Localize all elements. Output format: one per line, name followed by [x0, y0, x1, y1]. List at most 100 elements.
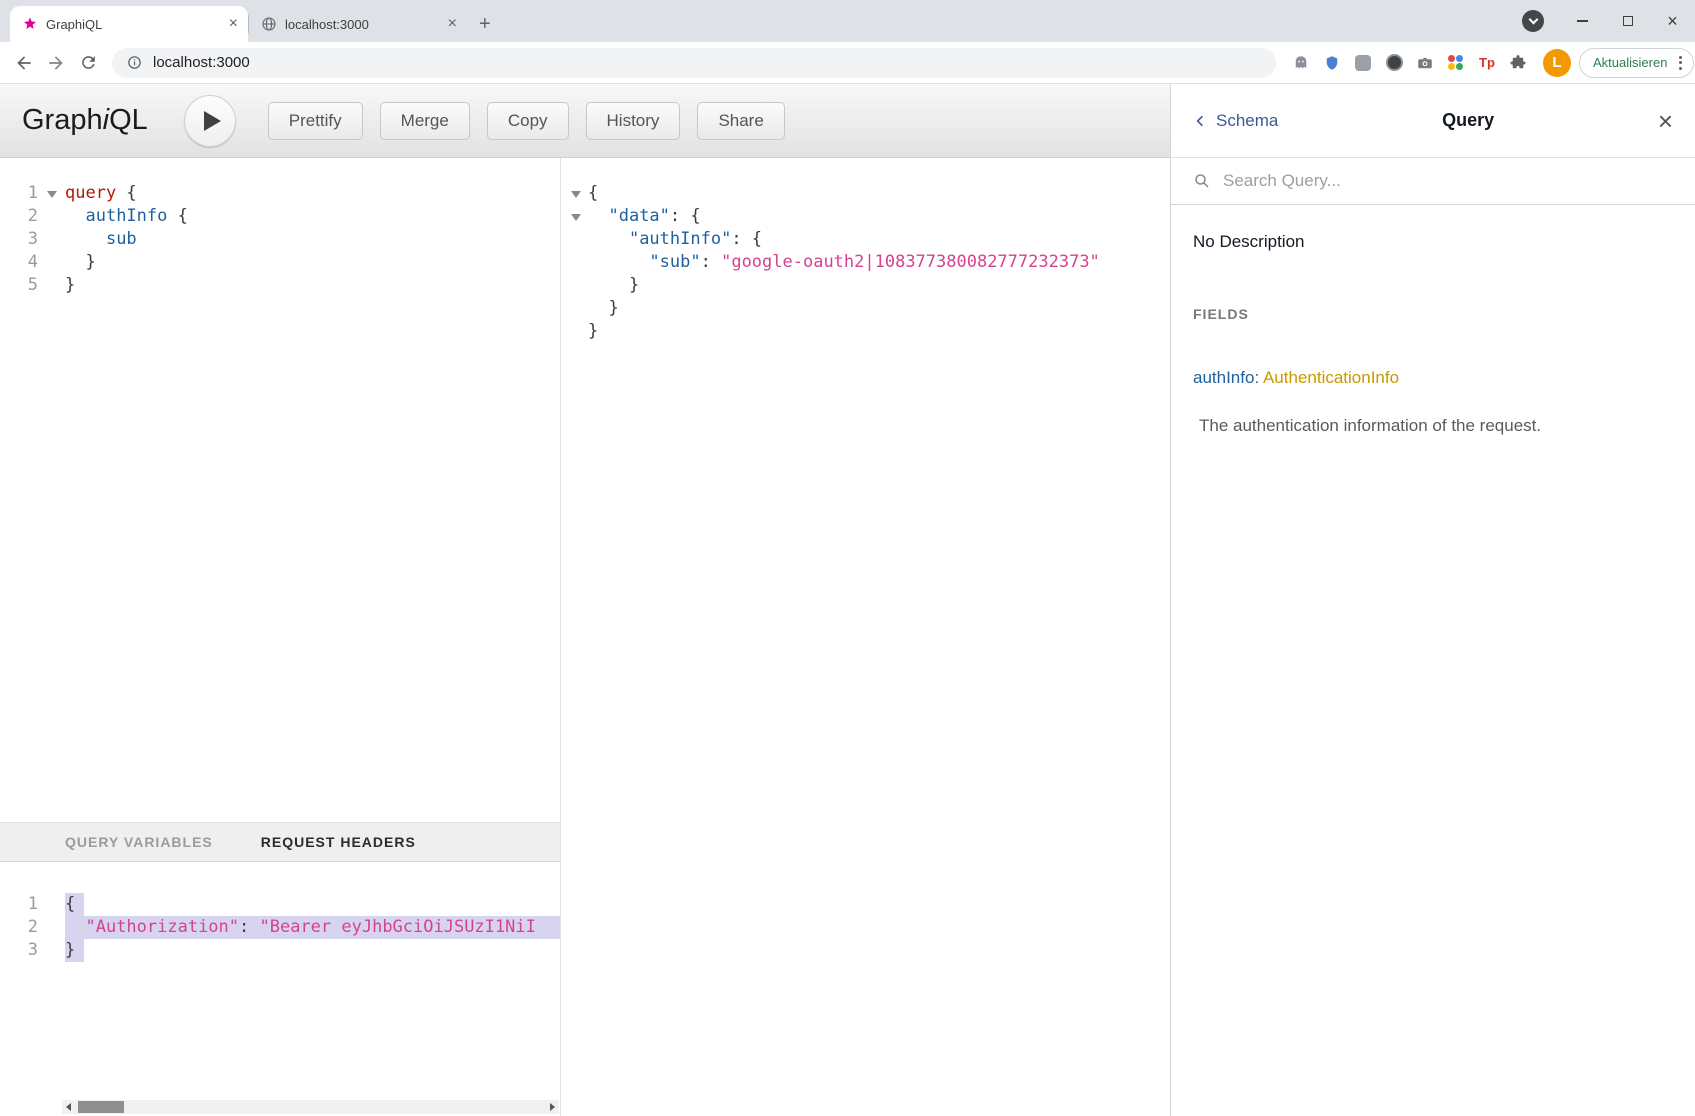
code-line: 3}: [0, 939, 560, 962]
code-text: }: [65, 251, 96, 274]
tab-search-icon[interactable]: [1522, 10, 1544, 32]
scrollbar-thumb[interactable]: [78, 1101, 124, 1113]
query-pane: 1query {2 authInfo {3 sub4 }5} QUERY VAR…: [0, 158, 561, 1116]
reload-button[interactable]: [72, 47, 104, 79]
toolbar-button-share[interactable]: Share: [697, 102, 784, 140]
line-number: 2: [0, 205, 38, 228]
graphiql-topbar: GraphiQL Prettify Merge Copy History Share: [0, 84, 1170, 158]
extensions-puzzle-icon[interactable]: [1507, 52, 1529, 74]
code-line: }: [562, 320, 1170, 343]
horizontal-scrollbar[interactable]: [62, 1100, 559, 1114]
play-icon: [204, 111, 221, 131]
doc-field-type-link[interactable]: AuthenticationInfo: [1263, 368, 1399, 387]
fold-gutter: [38, 251, 65, 274]
code-line: }: [562, 274, 1170, 297]
tp-extension-icon[interactable]: Tp: [1476, 52, 1498, 74]
toolbar-button-history[interactable]: History: [586, 102, 681, 140]
fold-gutter: [38, 916, 65, 939]
url-text: localhost:3000: [153, 54, 250, 71]
minimize-button[interactable]: [1560, 0, 1605, 42]
browser-menu-icon[interactable]: [1676, 56, 1685, 70]
code-text: query {: [65, 182, 137, 205]
scroll-left-icon[interactable]: [62, 1100, 76, 1114]
code-text: "data": {: [588, 205, 701, 228]
secondary-editor-tabs: QUERY VARIABLES REQUEST HEADERS: [0, 822, 560, 862]
chrome-update-label: Aktualisieren: [1593, 55, 1667, 70]
scroll-right-icon[interactable]: [545, 1100, 559, 1114]
code-line: "data": {: [562, 205, 1170, 228]
code-text: }: [65, 939, 84, 962]
url-field[interactable]: localhost:3000: [112, 48, 1276, 78]
camera-extension-icon[interactable]: [1414, 52, 1436, 74]
doc-no-description: No Description: [1193, 232, 1305, 252]
execute-query-button[interactable]: [184, 95, 236, 147]
ghost-extension-icon[interactable]: [1290, 52, 1312, 74]
code-text: {: [588, 182, 598, 205]
extensions-toolbar: Tp: [1290, 52, 1529, 74]
fold-arrow-icon[interactable]: [562, 205, 588, 228]
fold-gutter: [38, 205, 65, 228]
fold-gutter: [562, 320, 588, 343]
chrome-update-button[interactable]: Aktualisieren: [1579, 48, 1694, 78]
profile-avatar[interactable]: L: [1543, 49, 1571, 77]
code-text: "authInfo": {: [588, 228, 762, 251]
window-close-button[interactable]: ×: [1650, 0, 1695, 42]
doc-field-separator: :: [1254, 368, 1263, 387]
code-text: }: [588, 320, 598, 343]
square-extension-icon[interactable]: [1352, 52, 1374, 74]
site-info-icon[interactable]: [126, 54, 143, 71]
colorful-extension-icon[interactable]: [1445, 52, 1467, 74]
chevron-left-icon: [1193, 113, 1209, 129]
doc-close-icon[interactable]: ×: [1658, 108, 1673, 134]
code-line: 4 }: [0, 251, 560, 274]
code-text: authInfo {: [65, 205, 188, 228]
tab-request-headers[interactable]: REQUEST HEADERS: [261, 834, 416, 850]
forward-button[interactable]: [40, 47, 72, 79]
maximize-button[interactable]: [1605, 0, 1650, 42]
tab-localhost[interactable]: localhost:3000 ×: [249, 6, 467, 42]
line-number: 1: [0, 893, 38, 916]
toolbar-button-merge[interactable]: Merge: [380, 102, 470, 140]
code-text: }: [588, 274, 639, 297]
doc-back-link[interactable]: Schema: [1193, 111, 1278, 131]
fold-gutter: [38, 893, 65, 916]
line-number: 1: [0, 182, 38, 205]
fold-arrow-icon[interactable]: [562, 182, 588, 205]
line-number: 3: [0, 228, 38, 251]
dark-circle-extension-icon[interactable]: [1383, 52, 1405, 74]
line-number: 3: [0, 939, 38, 962]
new-tab-button[interactable]: +: [467, 6, 503, 42]
line-number: 5: [0, 274, 38, 297]
back-button[interactable]: [8, 47, 40, 79]
tab-title: GraphiQL: [46, 17, 223, 32]
doc-fields-heading: FIELDS: [1193, 306, 1249, 322]
code-text: {: [65, 893, 84, 916]
request-headers-editor[interactable]: 1{2 "Authorization": "Bearer eyJhbGciOiJ…: [0, 862, 560, 1116]
tab-close-icon[interactable]: ×: [448, 16, 457, 32]
code-text: }: [588, 297, 619, 320]
shield-extension-icon[interactable]: [1321, 52, 1343, 74]
fold-arrow-icon[interactable]: [38, 182, 65, 205]
doc-explorer-panel: No Description FIELDS authInfo: Authenti…: [1170, 158, 1695, 1116]
globe-favicon-icon: [261, 16, 277, 32]
code-line: 2 authInfo {: [0, 205, 560, 228]
code-text: sub: [65, 228, 137, 251]
fold-gutter: [562, 274, 588, 297]
tab-graphiql[interactable]: GraphiQL ×: [10, 6, 248, 42]
doc-search-box: [1171, 158, 1695, 205]
doc-field-description: The authentication information of the re…: [1199, 416, 1541, 436]
code-text: }: [65, 274, 75, 297]
line-number: 4: [0, 251, 38, 274]
toolbar-button-copy[interactable]: Copy: [487, 102, 569, 140]
doc-search-input[interactable]: [1221, 170, 1673, 192]
code-line: "sub": "google-oauth2|108377380082777232…: [562, 251, 1170, 274]
graphiql-logo: GraphiQL: [22, 104, 148, 137]
code-line: 3 sub: [0, 228, 560, 251]
query-editor[interactable]: 1query {2 authInfo {3 sub4 }5}: [0, 158, 560, 822]
tab-divider: [248, 15, 249, 33]
tab-close-icon[interactable]: ×: [229, 16, 238, 32]
tab-query-variables[interactable]: QUERY VARIABLES: [65, 834, 213, 850]
doc-field-name-link[interactable]: authInfo: [1193, 368, 1254, 387]
code-line: 1{: [0, 893, 560, 916]
toolbar-button-prettify[interactable]: Prettify: [268, 102, 363, 140]
